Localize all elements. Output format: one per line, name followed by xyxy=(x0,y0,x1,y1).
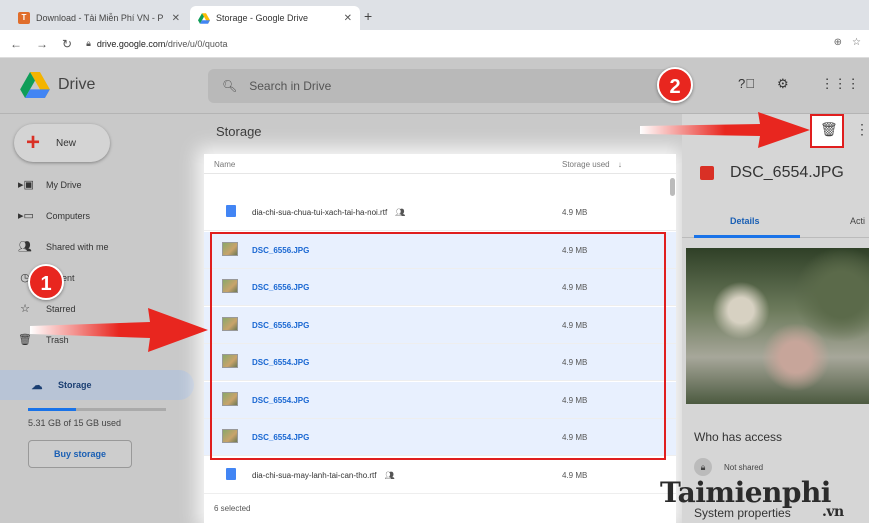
more-options-icon[interactable]: ⋮ xyxy=(855,121,869,138)
reload-icon[interactable]: ↻ xyxy=(62,37,72,51)
plus-icon: + xyxy=(26,129,41,156)
document-icon xyxy=(226,467,236,480)
help-icon[interactable]: ?⃝ xyxy=(738,76,755,92)
table-row[interactable]: dia-chi-sua-may-lanh-tai-can-tho.rtf 👥︎ 4.… xyxy=(204,457,676,494)
arrow-to-list-icon xyxy=(30,308,208,352)
sidebar-item-label: My Drive xyxy=(46,179,82,190)
url-field[interactable]: 🔒︎ drive.google.com/drive/u/0/quota xyxy=(86,38,227,49)
sidebar-item-label: Storage xyxy=(58,380,92,390)
browser-tab-download[interactable]: T Download - Tải Miễn Phí VN - P ✕ xyxy=(10,6,188,30)
step-2-badge: 2 xyxy=(657,67,693,103)
search-input[interactable]: 🔍︎ Search in Drive xyxy=(208,69,678,103)
list-header: Name Storage used ↓ xyxy=(204,154,676,174)
step-1-badge: 1 xyxy=(28,264,64,300)
site-favicon-icon: T xyxy=(18,12,30,24)
sidebar-item-shared[interactable]: 👥︎ Shared with me xyxy=(18,240,109,253)
column-name[interactable]: Name xyxy=(214,160,235,169)
selection-count: 6 selected xyxy=(214,504,251,513)
drive-header: Drive 🔍︎ Search in Drive ?⃝ ⚙ ⋮⋮⋮ xyxy=(0,58,869,114)
table-row[interactable]: dia-chi-sua-chua-tui-xach-tai-ha-noi.rtf… xyxy=(204,194,676,231)
browser-tab-storage[interactable]: Storage - Google Drive ✕ xyxy=(190,6,360,30)
file-list: Name Storage used ↓ dia-chi-sua-chua-tui… xyxy=(204,154,676,523)
storage-panel: Storage Name Storage used ↓ dia-chi-sua-… xyxy=(204,114,682,523)
computer-icon: ▸▭ xyxy=(18,210,34,222)
sidebar-item-my-drive[interactable]: ▸▣ My Drive xyxy=(18,178,82,191)
new-label: New xyxy=(56,137,77,149)
sharing-status: Not shared xyxy=(724,462,764,472)
column-storage-used[interactable]: Storage used ↓ xyxy=(562,160,622,169)
drive-logo[interactable]: Drive xyxy=(20,72,95,98)
zoom-icon[interactable]: ⊕ xyxy=(834,37,842,48)
forward-icon[interactable]: → xyxy=(36,37,48,51)
close-tab-icon[interactable]: ✕ xyxy=(172,13,180,24)
browser-tab-bar: T Download - Tải Miễn Phí VN - P ✕ Stora… xyxy=(0,0,869,30)
page-title: Storage xyxy=(216,124,262,139)
file-size: 4.9 MB xyxy=(562,470,588,480)
who-has-access-heading: Who has access xyxy=(694,430,783,444)
delete-trash-icon[interactable]: 🗑︎ xyxy=(820,121,838,138)
file-name: dia-chi-sua-chua-tui-xach-tai-ha-noi.rtf xyxy=(252,208,388,217)
star-icon[interactable]: ☆ xyxy=(852,37,861,48)
sort-arrow-icon: ↓ xyxy=(617,160,622,169)
sidebar-item-computers[interactable]: ▸▭ Computers xyxy=(18,209,90,222)
tab-title: Storage - Google Drive xyxy=(216,13,309,23)
url-path: /drive/u/0/quota xyxy=(165,38,228,49)
sidebar-item-label: Computers xyxy=(46,210,91,221)
details-title: DSC_6554.JPG xyxy=(730,164,844,181)
drive-favicon-icon xyxy=(198,12,210,24)
people-icon: 👥︎ xyxy=(18,241,32,253)
sidebar-item-storage[interactable]: ☁ Storage xyxy=(0,370,194,400)
selection-highlight-box xyxy=(210,232,666,460)
new-tab-icon[interactable]: + xyxy=(364,8,372,24)
lock-icon: 🔒︎ xyxy=(86,38,91,48)
tab-title: Download - Tải Miễn Phí VN - P xyxy=(36,13,164,23)
close-tab-icon[interactable]: ✕ xyxy=(344,13,352,24)
shared-icon: 👥︎ xyxy=(395,208,406,217)
sidebar-item-label: Shared with me xyxy=(46,241,109,252)
details-panel: DSC_6554.JPG Details Acti Who has access… xyxy=(682,114,869,523)
quota-text: 5.31 GB of 15 GB used xyxy=(28,418,122,428)
tab-details[interactable]: Details xyxy=(730,216,760,226)
buy-storage-button[interactable]: Buy storage xyxy=(28,440,132,468)
quota-fill xyxy=(28,408,77,411)
new-button[interactable]: + New xyxy=(14,124,110,162)
apps-grid-icon[interactable]: ⋮⋮⋮ xyxy=(821,76,860,92)
image-file-icon xyxy=(700,166,714,180)
active-tab-indicator xyxy=(694,235,800,238)
file-name: dia-chi-sua-may-lanh-tai-can-tho.rtf xyxy=(252,470,377,480)
address-bar: ← → ↻ 🔒︎ drive.google.com/drive/u/0/quot… xyxy=(0,30,869,58)
search-icon: 🔍︎ xyxy=(222,79,238,93)
back-icon[interactable]: ← xyxy=(10,37,22,51)
details-tabs: Details Acti xyxy=(682,204,869,238)
lock-icon: 🔒︎ xyxy=(694,458,712,476)
arrow-to-trash-icon xyxy=(640,112,810,148)
app-name: Drive xyxy=(58,76,96,93)
watermark-logo: Taimienphi .vn xyxy=(660,476,844,520)
settings-icon[interactable]: ⚙ xyxy=(777,76,789,92)
tab-activity[interactable]: Acti xyxy=(850,216,865,226)
image-preview xyxy=(686,248,869,404)
url-domain: drive.google.com xyxy=(96,38,166,49)
cloud-icon: ☁ xyxy=(31,379,43,392)
storage-quota-bar xyxy=(28,408,166,411)
document-icon xyxy=(226,205,236,217)
file-size: 4.9 MB xyxy=(562,208,588,217)
search-placeholder: Search in Drive xyxy=(249,79,332,93)
drive-logo-icon xyxy=(20,72,50,98)
shared-icon: 👥︎ xyxy=(384,470,395,480)
drive-folder-icon: ▸▣ xyxy=(18,179,34,191)
